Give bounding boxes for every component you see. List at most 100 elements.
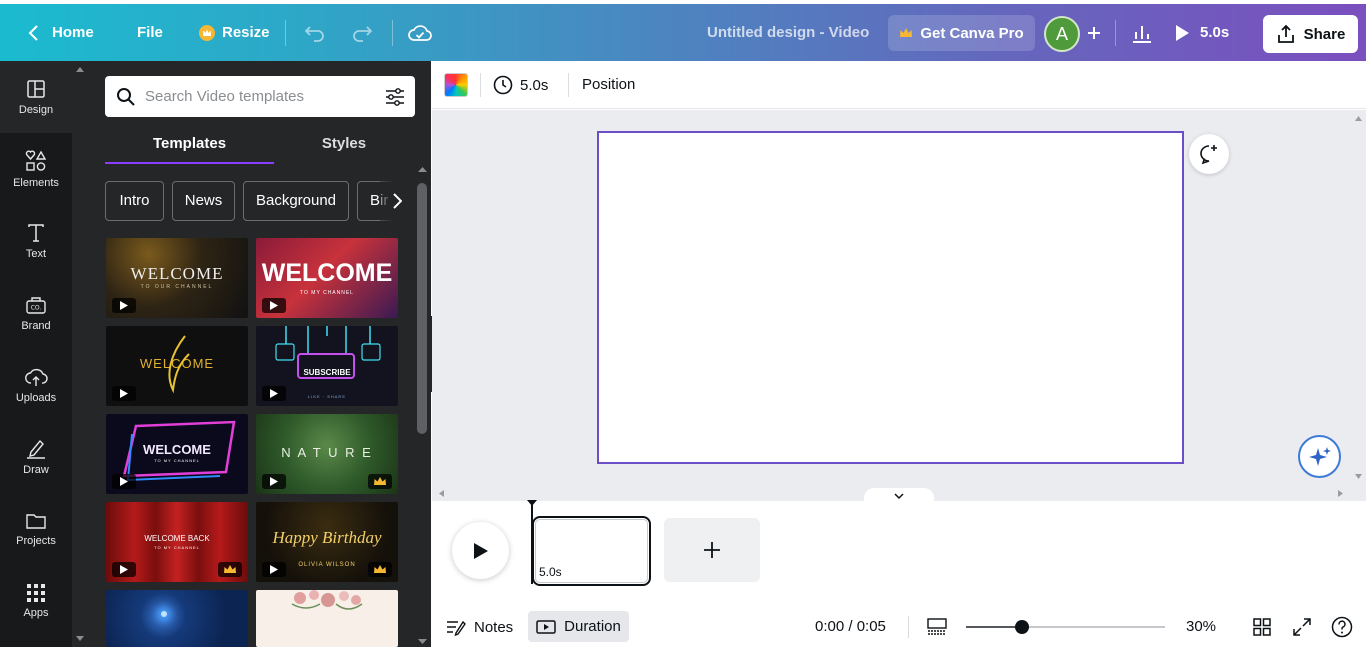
notes-label: Notes (474, 618, 514, 636)
template-subtitle: TO OUR CHANNEL (140, 284, 214, 290)
rail-item-apps[interactable]: Apps (0, 565, 72, 637)
design-page[interactable] (597, 131, 1184, 464)
rail-label: Draw (23, 463, 49, 476)
search-input[interactable] (145, 76, 375, 117)
template-thumbnail[interactable]: WELCOME BACK TO MY CHANNEL (106, 502, 248, 582)
template-title: WELCOME (261, 259, 393, 287)
template-thumbnail[interactable] (106, 590, 248, 647)
zoom-percentage[interactable]: 30% (1186, 611, 1216, 642)
template-thumbnail[interactable]: SUBSCRIBE LIKE · SHARE (256, 326, 398, 406)
filter-chip-news[interactable]: News (172, 181, 235, 221)
video-badge (112, 474, 136, 489)
video-badge (262, 298, 286, 313)
top-bar: Home File Resize Untitled design - Video… (0, 4, 1366, 61)
plus-icon (703, 541, 721, 559)
filter-chip-background[interactable]: Background (243, 181, 349, 221)
play-icon (473, 542, 489, 560)
rail-item-text[interactable]: Text (0, 205, 72, 277)
filter-chip-intro[interactable]: Intro (105, 181, 164, 221)
magic-assistant-button[interactable] (1298, 435, 1341, 478)
canvas-vertical-scrollbar[interactable] (1351, 110, 1366, 487)
timeline-play-button[interactable] (452, 522, 509, 579)
home-button[interactable]: Home (28, 4, 94, 61)
background-color-swatch[interactable] (444, 73, 468, 97)
rail-label: Text (25, 247, 47, 260)
template-title: WELCOME (130, 264, 224, 283)
help-button[interactable] (1329, 614, 1355, 640)
video-badge (112, 386, 136, 401)
template-thumbnail[interactable]: WELCOME (106, 326, 248, 406)
video-badge (262, 562, 286, 577)
notes-button[interactable]: Notes (446, 612, 513, 642)
grid-view-button[interactable] (1249, 614, 1275, 640)
play-duration-label: 5.0s (1200, 24, 1230, 41)
template-subtitle: TO MY CHANNEL (154, 458, 200, 463)
filter-icon[interactable] (385, 87, 405, 107)
template-title: Happy Birthday (272, 528, 382, 547)
svg-text:CO.: CO. (31, 304, 42, 311)
rail-label: Projects (16, 534, 56, 547)
redo-button[interactable] (351, 4, 373, 61)
clip-duration-label: 5.0s (539, 565, 562, 579)
crown-icon (224, 565, 236, 574)
position-button[interactable]: Position (582, 68, 635, 102)
template-thumbnail[interactable]: WELCOME TO MY CHANNEL (256, 238, 398, 318)
play-icon (120, 301, 128, 310)
get-canva-pro-button[interactable]: Get Canva Pro (888, 15, 1035, 51)
add-page-button[interactable] (664, 518, 760, 582)
tab-templates[interactable]: Templates (105, 126, 274, 164)
help-icon (1331, 616, 1353, 638)
rail-item-projects[interactable]: Projects (0, 493, 72, 565)
chevron-down-icon (894, 492, 904, 500)
page-view-button[interactable] (924, 614, 950, 640)
rail-item-brand[interactable]: CO. Brand (0, 277, 72, 349)
save-status-button[interactable] (408, 4, 432, 61)
template-thumbnail[interactable]: Happy Birthday OLIVIA WILSON (256, 502, 398, 582)
tab-styles[interactable]: Styles (274, 126, 414, 164)
video-icon (536, 619, 556, 635)
layout-icon (26, 79, 46, 99)
share-icon (1276, 24, 1296, 44)
page-view-icon (926, 617, 948, 637)
grid-icon (27, 583, 45, 602)
template-thumbnail[interactable]: WELCOME TO MY CHANNEL (106, 414, 248, 494)
template-thumbnail[interactable]: N A T U R E (256, 414, 398, 494)
rail-item-elements[interactable]: Elements (0, 133, 72, 205)
panel-scroll-indicator (74, 64, 86, 644)
page-duration-button[interactable]: 5.0s (493, 68, 548, 102)
text-icon (26, 223, 46, 243)
get-canva-pro-label: Get Canva Pro (920, 24, 1024, 42)
design-title[interactable]: Untitled design - Video (707, 4, 869, 61)
duration-toggle-button[interactable]: Duration (528, 611, 629, 642)
toolbar-divider (480, 73, 481, 97)
play-icon (270, 301, 278, 310)
rail-label: Brand (21, 319, 51, 332)
fullscreen-button[interactable] (1289, 614, 1315, 640)
undo-button[interactable] (304, 4, 326, 61)
share-label: Share (1303, 25, 1346, 43)
rail-item-draw[interactable]: Draw (0, 421, 72, 493)
present-play-button[interactable]: 5.0s (1174, 4, 1229, 61)
panel-scrollbar-thumb[interactable] (417, 183, 427, 434)
chips-next-button[interactable] (380, 181, 414, 221)
plus-icon (1086, 25, 1102, 41)
share-button[interactable]: Share (1263, 15, 1358, 53)
insights-button[interactable] (1131, 4, 1153, 61)
crown-icon (374, 477, 386, 486)
template-thumbnail[interactable]: WELCOME TO OUR CHANNEL (106, 238, 248, 318)
rail-item-uploads[interactable]: Uploads (0, 349, 72, 421)
search-box[interactable] (105, 76, 415, 117)
chevron-left-icon (28, 24, 40, 41)
play-icon (270, 565, 278, 574)
premium-badge (368, 474, 392, 489)
zoom-slider-handle[interactable] (1014, 620, 1029, 634)
avatar[interactable]: A (1044, 16, 1080, 52)
add-comment-button[interactable] (1189, 134, 1229, 174)
file-menu-button[interactable]: File (137, 4, 163, 61)
pen-icon (25, 439, 47, 459)
editor-toolbar (432, 61, 1366, 109)
resize-button[interactable]: Resize (199, 4, 270, 61)
invite-button[interactable] (1086, 4, 1102, 61)
rail-item-design[interactable]: Design (0, 61, 72, 133)
template-thumbnail[interactable] (256, 590, 398, 647)
